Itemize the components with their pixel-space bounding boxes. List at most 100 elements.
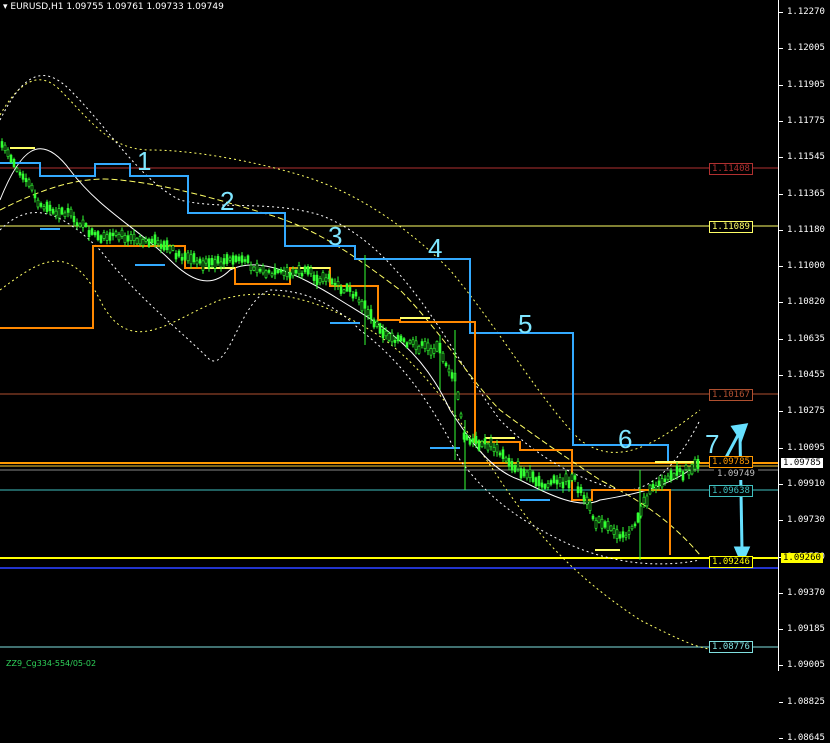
candle-body (45, 201, 49, 212)
level-tag-1-08776: 1.08776 (709, 641, 753, 653)
candle-body (216, 256, 220, 264)
chart-area[interactable]: 1 2 3 4 5 6 7 ▾ EURUSD,H1 1.09755 1.0976… (0, 0, 778, 671)
candle-body (621, 531, 625, 538)
wave-label-4: 4 (428, 233, 442, 263)
axis-price-label: 1.11180 (787, 224, 825, 235)
candle-body (18, 171, 22, 176)
candle-body (138, 236, 142, 245)
candle-body (420, 341, 424, 346)
axis-price-label: 1.10275 (787, 406, 825, 417)
candle-body (117, 234, 121, 241)
candle-body (483, 438, 487, 445)
candle-body (519, 468, 523, 479)
candle-body (228, 257, 232, 261)
candle-body (633, 523, 637, 527)
axis-tick (779, 411, 783, 413)
symbol-header: ▾ EURUSD,H1 1.09755 1.09761 1.09733 1.09… (3, 2, 224, 12)
candle-body (537, 475, 541, 487)
candle-body (528, 469, 532, 479)
candle-body (246, 255, 250, 264)
candle-body (456, 391, 460, 400)
candle-body (336, 280, 340, 286)
candle-body (153, 234, 157, 245)
candle-body (168, 245, 172, 253)
axis-tick (779, 120, 783, 122)
candle-body (378, 323, 382, 334)
candle-body (12, 158, 16, 167)
candle-body (657, 480, 661, 487)
candle-body (348, 286, 352, 292)
axis-tick (779, 375, 783, 376)
candle-body (261, 265, 265, 274)
candle-body (498, 452, 502, 456)
candle-body (600, 518, 604, 529)
candle-body (480, 441, 484, 448)
candle-body (366, 309, 370, 316)
candle-body (390, 332, 394, 343)
price-chart[interactable]: 1 2 3 4 5 6 7 (0, 0, 778, 671)
candle-body (339, 286, 343, 294)
candle-body (129, 234, 133, 241)
candle-body (264, 270, 268, 278)
candle-body (42, 206, 46, 210)
candle-body (663, 478, 667, 482)
candle-body (141, 239, 145, 246)
candle-body (279, 268, 283, 273)
candle-body (84, 223, 88, 227)
axis-price-label: 1.11000 (787, 261, 825, 272)
candle-body (636, 512, 640, 523)
axis-tick (779, 665, 783, 667)
candle-body (159, 243, 163, 249)
candle-body (531, 471, 535, 482)
candle-body (309, 267, 313, 275)
candle-body (357, 299, 361, 303)
candle-body (570, 473, 574, 481)
candle-body (102, 232, 106, 239)
candle-body (489, 438, 493, 448)
candle-body (105, 234, 109, 241)
candle-body (444, 362, 448, 367)
candle-body (144, 238, 148, 242)
axis-tick (779, 12, 783, 13)
candle-body (285, 267, 289, 278)
white-band-lower (0, 212, 701, 565)
axis-price-label: 1.11775 (787, 115, 825, 126)
candle-body (324, 277, 328, 282)
candle-body (123, 235, 127, 244)
candle-body (57, 208, 61, 219)
candle-body (300, 272, 304, 277)
candle-body (0, 141, 4, 148)
candle-body (552, 475, 556, 483)
candle-body (114, 231, 118, 236)
staircase-blue (0, 162, 700, 463)
candle-body (534, 477, 538, 487)
axis-tick (779, 701, 783, 703)
candle-body (312, 274, 316, 281)
candle-body (573, 475, 577, 480)
axis-price-label: 1.11905 (787, 79, 825, 90)
candle-body (402, 338, 406, 343)
price-axis[interactable]: 1.12270 1.12005 1.11905 1.11775 1.11545 1.113… (778, 0, 830, 743)
candle-body (396, 334, 400, 342)
axis-price-label: 1.12005 (787, 43, 825, 54)
candle-body (291, 268, 295, 277)
candle-body (561, 481, 565, 489)
candle-body (150, 238, 154, 243)
candle-body (135, 238, 139, 245)
candle-body (654, 485, 658, 490)
candle-body (297, 265, 301, 275)
candle-body (189, 254, 193, 265)
candle-body (603, 521, 607, 528)
candle-body (549, 480, 553, 485)
candle-body (60, 207, 64, 215)
candle-body (579, 487, 583, 493)
candle-body (435, 341, 439, 352)
candle-body (426, 342, 430, 351)
candle-body (612, 528, 616, 535)
candle-body (597, 516, 601, 523)
candle-body (408, 340, 412, 344)
candle-body (303, 266, 307, 273)
axis-price-label: 1.10455 (787, 370, 825, 380)
wave-label-6: 6 (618, 424, 632, 454)
candle-body (237, 256, 241, 262)
